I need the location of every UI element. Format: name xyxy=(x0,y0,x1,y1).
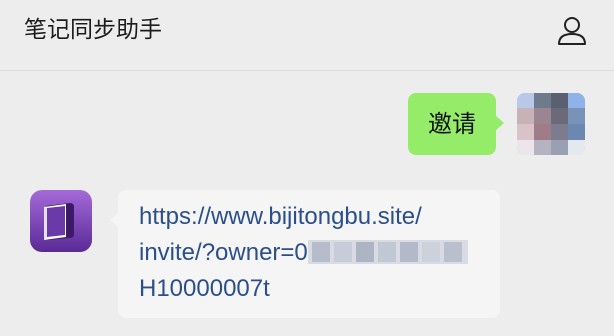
bubble-tail xyxy=(495,115,504,131)
invite-link-line-3: H10000007t xyxy=(139,275,270,302)
invite-link[interactable]: https://www.bijitongbu.site/ invite/?own… xyxy=(139,199,468,307)
sent-message-bubble[interactable]: 邀请 xyxy=(408,93,504,155)
user-profile-icon[interactable] xyxy=(554,14,590,48)
invite-link-line-2: invite/?owner=0 xyxy=(139,235,468,271)
user-avatar[interactable] xyxy=(517,93,585,155)
chat-header: 笔记同步助手 xyxy=(0,0,614,71)
redacted-owner-id xyxy=(307,239,468,264)
sent-message-text: 邀请 xyxy=(428,110,476,138)
received-message-bubble[interactable]: https://www.bijitongbu.site/ invite/?own… xyxy=(110,190,500,318)
notebook-app-icon[interactable] xyxy=(30,190,92,252)
chat-title: 笔记同步助手 xyxy=(24,17,162,43)
invite-link-line-1: https://www.bijitongbu.site/ xyxy=(139,203,422,230)
bubble-tail xyxy=(110,212,119,228)
